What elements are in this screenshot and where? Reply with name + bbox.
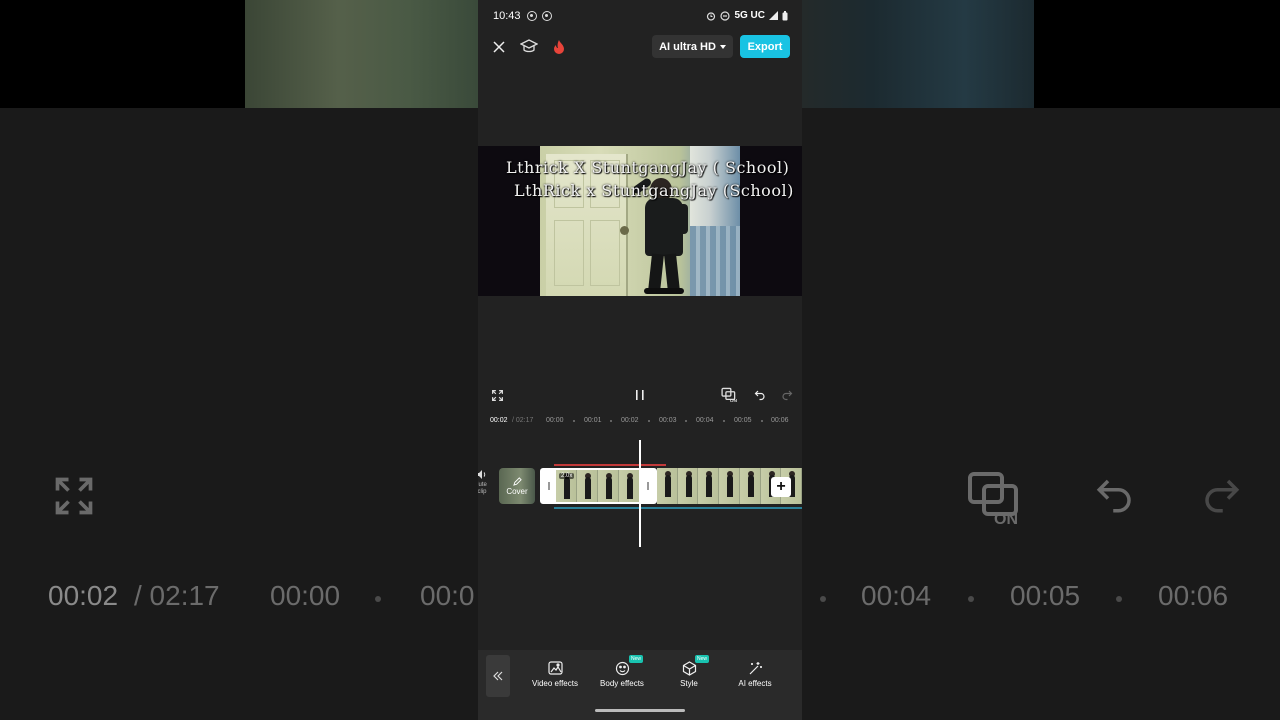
trim-handle-left[interactable] xyxy=(542,470,556,502)
double-chevron-left-icon xyxy=(493,671,503,681)
quality-label: AI ultra HD xyxy=(659,40,716,53)
phone-screen: 10:43 5G UC AI ultra HD Export Lthrick X… xyxy=(478,0,802,720)
dnd-icon xyxy=(720,10,731,21)
tool-label: Video effects xyxy=(532,679,578,688)
audio-track-line xyxy=(554,507,802,509)
bg-tick: 00:05 xyxy=(1010,580,1081,611)
status-bar: 10:43 5G UC xyxy=(478,0,802,32)
playhead[interactable] xyxy=(639,440,641,547)
new-badge: New xyxy=(629,655,644,663)
record-icon xyxy=(542,11,552,21)
add-clip-button[interactable]: + xyxy=(771,477,791,497)
graduation-cap-icon[interactable] xyxy=(519,37,539,57)
home-indicator xyxy=(595,709,685,712)
signal-icon xyxy=(769,11,778,20)
trim-handle-right[interactable] xyxy=(641,470,655,502)
tool-label: AI effects xyxy=(738,679,772,688)
bg-total-time: / 02:17 xyxy=(134,580,220,611)
caret-down-icon xyxy=(719,44,726,49)
ruler-tick: 00:06 xyxy=(771,417,789,424)
fire-icon[interactable] xyxy=(549,37,569,57)
undo-icon[interactable] xyxy=(751,386,769,404)
ruler-tick: 00:01 xyxy=(584,417,602,424)
cover-button[interactable]: Cover xyxy=(499,468,535,504)
ai-effects-icon xyxy=(747,660,763,676)
bg-tick: 00:00 xyxy=(270,580,341,611)
video-effects-icon xyxy=(547,660,563,676)
battery-icon xyxy=(782,10,788,20)
bg-current-time: 00:02 xyxy=(48,580,119,611)
ruler-tick: 00:03 xyxy=(659,417,677,424)
close-icon[interactable] xyxy=(489,37,509,57)
bg-tick: 00:06 xyxy=(1158,580,1229,611)
ruler-tick: 00:02 xyxy=(621,417,639,424)
bg-photo-right xyxy=(802,0,1034,108)
bg-compare-icon: ON xyxy=(968,472,1018,526)
timeline-track[interactable]: lute clip Cover 2.0x + xyxy=(478,440,802,550)
collapse-button[interactable] xyxy=(486,655,510,697)
tool-label: Style xyxy=(680,679,698,688)
export-button[interactable]: Export xyxy=(740,35,790,58)
bg-undo-icon xyxy=(1096,479,1131,513)
clip-marker-red xyxy=(554,464,666,466)
compare-on-icon[interactable]: ON xyxy=(721,386,739,404)
fullscreen-icon[interactable] xyxy=(488,386,506,404)
new-badge: New xyxy=(695,655,710,663)
tool-ai-effects[interactable]: AI effects xyxy=(727,660,783,688)
cover-label: Cover xyxy=(506,486,528,496)
ruler-tick: 00:04 xyxy=(696,417,714,424)
redo-icon[interactable] xyxy=(778,386,796,404)
quality-dropdown[interactable]: AI ultra HD xyxy=(652,35,733,58)
speed-badge: 2.0x xyxy=(559,473,575,479)
ruler-tick: 00:05 xyxy=(734,417,752,424)
mute-clip-toggle[interactable]: lute clip xyxy=(478,470,490,496)
pause-icon[interactable] xyxy=(631,386,649,404)
overlay-title-line1[interactable]: Lthrick X StuntgangJay ( School) xyxy=(506,158,789,177)
record-icon xyxy=(527,11,537,21)
network-label: 5G UC xyxy=(734,10,765,21)
status-icons: 5G UC xyxy=(706,10,788,21)
svg-text:ON: ON xyxy=(994,511,1018,526)
playback-controls: ON xyxy=(478,384,802,406)
pencil-icon xyxy=(512,476,522,486)
bg-fullscreen-icon xyxy=(55,477,93,515)
bg-photo-left xyxy=(245,0,478,108)
body-effects-icon xyxy=(614,660,630,676)
tool-video-effects[interactable]: Video effects xyxy=(527,660,583,688)
status-time: 10:43 xyxy=(493,10,521,22)
overlay-title-line2[interactable]: LthRick x StuntgangJay (School) xyxy=(514,181,794,200)
tool-style[interactable]: New Style xyxy=(661,655,717,688)
tool-label: Body effects xyxy=(600,679,644,688)
total-time: / 02:17 xyxy=(512,417,534,424)
mute-label: lute clip xyxy=(478,482,487,495)
bg-redo-icon xyxy=(1205,479,1240,513)
speaker-icon xyxy=(478,470,486,479)
bg-tick: 00:0 xyxy=(420,580,475,611)
editor-top-bar: AI ultra HD Export xyxy=(478,32,802,62)
bg-tick: 00:04 xyxy=(861,580,932,611)
current-time: 00:02 xyxy=(490,417,508,424)
tool-body-effects[interactable]: New Body effects xyxy=(594,655,650,688)
ruler-tick: 00:00 xyxy=(546,417,564,424)
alarm-icon xyxy=(707,11,716,21)
time-ruler[interactable]: 00:02 / 02:17 00:00 00:01 00:02 00:03 00… xyxy=(478,414,802,428)
svg-text:ON: ON xyxy=(730,398,738,403)
